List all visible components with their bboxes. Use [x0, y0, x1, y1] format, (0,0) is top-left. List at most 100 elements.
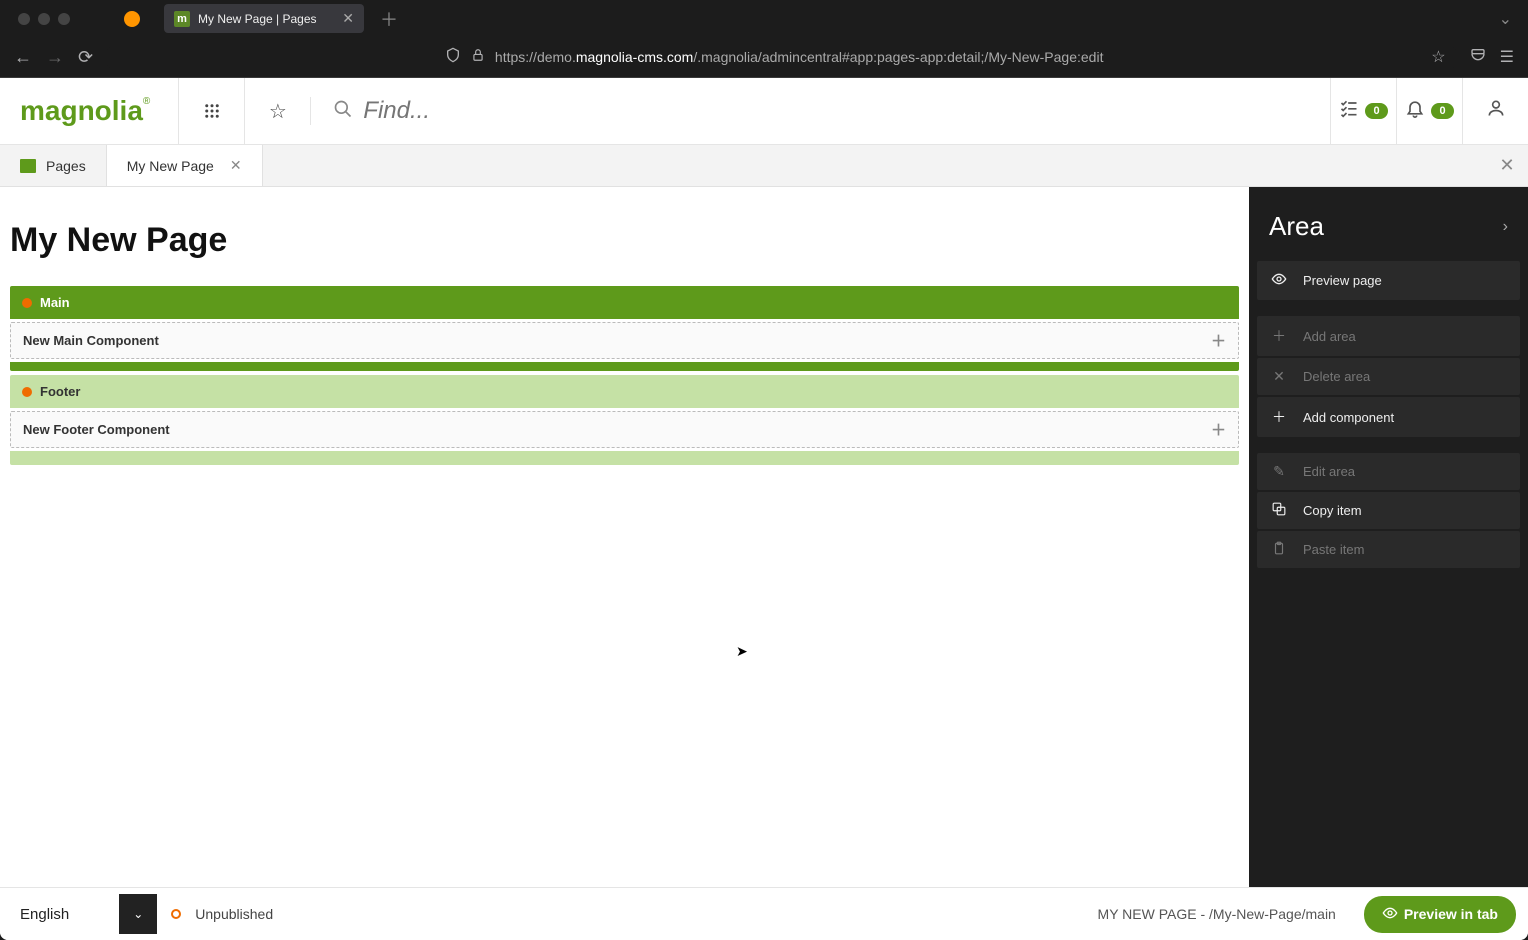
window-controls: [8, 13, 80, 25]
preview-button-label: Preview in tab: [1404, 906, 1498, 922]
shield-icon[interactable]: [445, 47, 461, 68]
pencil-icon: ✎: [1271, 463, 1287, 480]
app-launcher-icon[interactable]: [178, 78, 244, 145]
site-favicon-icon: m: [174, 11, 190, 27]
logo[interactable]: magnolia®: [0, 78, 178, 144]
close-tab-icon[interactable]: ✕: [230, 157, 242, 174]
browser-tab-title: My New Page | Pages: [198, 12, 317, 26]
app-header: magnolia® ☆ 0 0: [0, 78, 1528, 145]
plus-icon[interactable]: ＋: [1211, 330, 1226, 351]
app-tab-label: My New Page: [127, 158, 214, 174]
preview-page-action[interactable]: Preview page: [1257, 261, 1520, 300]
add-component-action[interactable]: ＋ Add component: [1257, 397, 1520, 437]
publish-status-icon: [171, 909, 181, 919]
bell-icon: [1405, 98, 1425, 124]
forward-icon[interactable]: →: [46, 47, 64, 68]
action-label: Paste item: [1303, 542, 1364, 557]
notifications-count: 0: [1431, 103, 1453, 119]
cursor-icon: ➤: [736, 643, 748, 660]
url-domain: magnolia-cms.com: [576, 49, 693, 65]
logo-mark-icon: ®: [143, 96, 150, 107]
hamburger-menu-icon[interactable]: ☰: [1500, 47, 1514, 68]
chevron-down-icon[interactable]: ⌄: [119, 894, 157, 934]
close-tab-icon[interactable]: ✕: [342, 10, 354, 27]
lock-icon[interactable]: [471, 48, 485, 67]
tasks-icon: [1339, 98, 1359, 124]
panel-title: Area: [1269, 211, 1324, 242]
close-window-icon[interactable]: [18, 13, 30, 25]
preview-in-tab-button[interactable]: Preview in tab: [1364, 896, 1516, 933]
action-label: Preview page: [1303, 273, 1382, 288]
url-suffix: /.magnolia/admincentral#app:pages-app:de…: [693, 49, 1103, 65]
firefox-icon[interactable]: [124, 11, 140, 27]
bookmark-star-icon[interactable]: ☆: [1431, 47, 1445, 67]
new-component-footer[interactable]: New Footer Component ＋: [10, 411, 1239, 448]
browser-tab[interactable]: m My New Page | Pages ✕: [164, 4, 364, 33]
component-label: New Main Component: [23, 333, 159, 348]
profile-button[interactable]: [1462, 78, 1528, 145]
page-path: MY NEW PAGE - /My-New-Page/main: [1098, 906, 1336, 922]
component-label: New Footer Component: [23, 422, 170, 437]
maximize-window-icon[interactable]: [58, 13, 70, 25]
app-tab-pages[interactable]: Pages: [0, 145, 107, 186]
app-window: magnolia® ☆ 0 0: [0, 78, 1528, 940]
minimize-window-icon[interactable]: [38, 13, 50, 25]
plus-icon: ＋: [1271, 407, 1287, 427]
copy-icon: [1271, 502, 1287, 519]
action-list: Preview page ＋ Add area ✕ Delete area ＋ …: [1257, 260, 1520, 569]
action-label: Add area: [1303, 329, 1356, 344]
area-label: Footer: [40, 384, 80, 399]
new-tab-icon[interactable]: ＋: [380, 6, 398, 32]
plus-icon[interactable]: ＋: [1211, 419, 1226, 440]
area-label: Main: [40, 295, 70, 310]
publish-status: Unpublished: [195, 906, 273, 922]
action-label: Copy item: [1303, 503, 1362, 518]
language-select[interactable]: English ⌄: [12, 894, 157, 934]
url-prefix: https://demo.: [495, 49, 576, 65]
paste-item-action: Paste item: [1257, 531, 1520, 568]
status-dot-icon: [22, 387, 32, 397]
language-label: English: [12, 896, 119, 933]
pocket-icon[interactable]: [1470, 47, 1486, 68]
x-icon: ✕: [1271, 368, 1287, 385]
browser-chrome: m My New Page | Pages ✕ ＋ ⌄ ← → ⟳ https:…: [0, 0, 1528, 78]
search-icon: [333, 99, 353, 124]
eye-icon: [1382, 905, 1398, 924]
logo-text: magnolia: [20, 95, 143, 127]
tasks-button[interactable]: 0: [1330, 78, 1396, 145]
delete-area-action: ✕ Delete area: [1257, 358, 1520, 395]
area-footer-strip: [10, 362, 1239, 371]
area-main[interactable]: Main New Main Component ＋: [10, 286, 1239, 371]
clipboard-icon: [1271, 541, 1287, 558]
chevron-right-icon[interactable]: ›: [1503, 218, 1508, 236]
action-label: Add component: [1303, 410, 1394, 425]
eye-icon: [1271, 271, 1287, 290]
area-footer[interactable]: Footer New Footer Component ＋: [10, 375, 1239, 465]
back-icon[interactable]: ←: [14, 47, 32, 68]
user-icon: [1486, 98, 1506, 124]
status-bar: English ⌄ Unpublished MY NEW PAGE - /My-…: [0, 887, 1528, 940]
area-bar-main[interactable]: Main: [10, 286, 1239, 319]
favorite-icon[interactable]: ☆: [244, 78, 310, 145]
new-component-main[interactable]: New Main Component ＋: [10, 322, 1239, 359]
browser-nav: ← → ⟳ https://demo.magnolia-cms.com/.mag…: [0, 38, 1528, 77]
separator: [1257, 438, 1520, 452]
panel-header[interactable]: Area ›: [1257, 195, 1520, 260]
address-bar[interactable]: https://demo.magnolia-cms.com/.magnolia/…: [107, 47, 1456, 68]
plus-icon: ＋: [1271, 326, 1287, 346]
close-panel-icon[interactable]: ✕: [1486, 145, 1528, 186]
copy-item-action[interactable]: Copy item: [1257, 492, 1520, 529]
action-label: Delete area: [1303, 369, 1370, 384]
notifications-button[interactable]: 0: [1396, 78, 1462, 145]
reload-icon[interactable]: ⟳: [78, 47, 93, 68]
area-bar-footer[interactable]: Footer: [10, 375, 1239, 408]
app-tab-current[interactable]: My New Page ✕: [107, 145, 263, 186]
status-dot-icon: [22, 298, 32, 308]
search-area: [310, 97, 1330, 125]
tasks-count: 0: [1365, 103, 1387, 119]
browser-tab-bar: m My New Page | Pages ✕ ＋ ⌄: [0, 0, 1528, 38]
separator: [1257, 301, 1520, 315]
url: https://demo.magnolia-cms.com/.magnolia/…: [495, 49, 1104, 65]
search-input[interactable]: [363, 97, 1308, 125]
tabs-dropdown-icon[interactable]: ⌄: [1499, 9, 1520, 29]
